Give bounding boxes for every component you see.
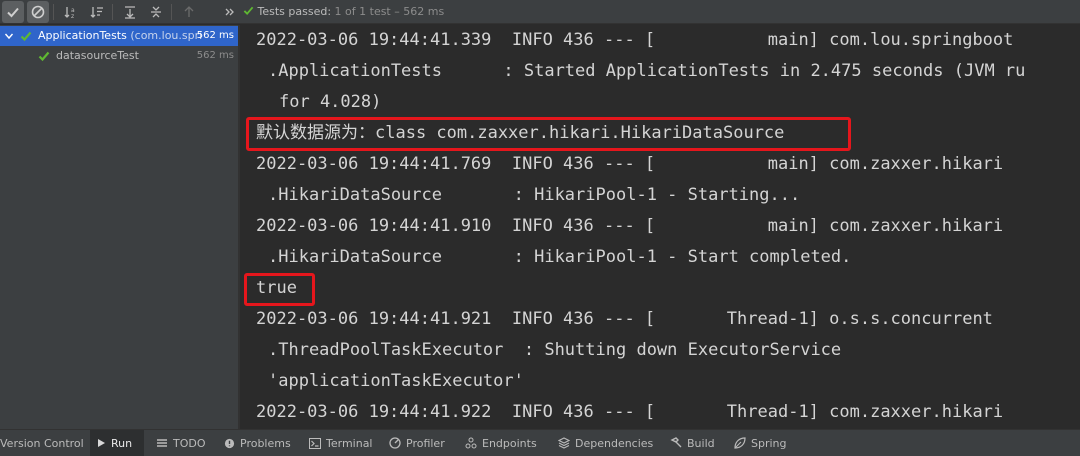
- terminal-icon: [309, 437, 321, 449]
- tool-window-profiler[interactable]: Profiler: [383, 430, 451, 456]
- svg-text:z: z: [71, 13, 74, 19]
- tests-status: Tests passed: 1 of 1 test – 562 ms: [243, 4, 444, 19]
- tool-window-label: Endpoints: [482, 436, 537, 450]
- tree-item-datasource-test[interactable]: datasourceTest 562 ms: [0, 46, 238, 66]
- tool-window-terminal[interactable]: Terminal: [303, 430, 379, 456]
- status-rest: of 1 test – 562 ms: [345, 5, 445, 18]
- collapse-all-icon: [151, 6, 161, 18]
- tool-window-label: Problems: [240, 436, 291, 450]
- previous-failed-button[interactable]: [178, 1, 200, 23]
- more-actions-button[interactable]: [219, 1, 241, 23]
- arrow-up-icon: [184, 6, 194, 17]
- hammer-icon: [670, 437, 682, 448]
- test-runner-toolbar: az Tests passed: 1 of 1 test – 562 ms: [0, 0, 1080, 24]
- test-passed-icon: [38, 51, 50, 62]
- todo-icon: [157, 439, 167, 447]
- tool-window-version-control[interactable]: Version Control: [0, 430, 90, 456]
- tool-window-build[interactable]: Build: [664, 430, 721, 456]
- console-line: .HikariDataSource : HikariPool-1 - Start…: [268, 247, 852, 267]
- dependencies-icon: [558, 437, 570, 449]
- console-line: .HikariDataSource : HikariPool-1 - Start…: [268, 185, 801, 205]
- console-output[interactable]: 2022-03-06 19:44:41.339 INFO 436 --- [ m…: [240, 25, 1080, 429]
- tool-window-label: Terminal: [326, 436, 373, 450]
- highlight-box-datasource: [246, 117, 851, 151]
- tool-window-label: Spring: [751, 436, 787, 450]
- tool-window-label: TODO: [173, 436, 206, 450]
- toolbar-separator: [53, 4, 54, 20]
- console-line: 2022-03-06 19:44:41.922 INFO 436 --- [ T…: [256, 402, 1004, 422]
- console-line: .ThreadPoolTaskExecutor : Shutting down …: [268, 340, 842, 360]
- highlight-box-true: [244, 273, 315, 306]
- show-ignored-button[interactable]: [27, 1, 49, 23]
- tool-window-label: Run: [111, 436, 133, 450]
- checkmark-icon: [7, 7, 19, 18]
- tree-item-label: datasourceTest: [56, 49, 139, 62]
- show-passed-button[interactable]: [2, 1, 24, 23]
- sort-alpha-icon: az: [64, 7, 75, 19]
- tool-window-todo[interactable]: TODO: [150, 430, 212, 456]
- tool-window-label: Version Control: [0, 436, 84, 450]
- spring-leaf-icon: [734, 437, 746, 449]
- sort-alphabetically-button[interactable]: az: [60, 1, 82, 23]
- chevron-down-icon[interactable]: [4, 31, 14, 41]
- toolbar-separator: [171, 4, 172, 20]
- tool-window-problems[interactable]: Problems: [218, 430, 297, 456]
- test-tree: ApplicationTests (com.lou.spri 562 ms da…: [0, 25, 238, 429]
- toolbar-separator: [112, 4, 113, 20]
- profiler-icon: [389, 437, 401, 449]
- run-icon: [98, 439, 105, 447]
- console-line: 'applicationTaskExecutor': [268, 371, 524, 391]
- tool-window-bar: Version Control Run TODO Problems Termin…: [0, 429, 1080, 456]
- ignored-icon: [31, 5, 45, 19]
- problems-icon: [224, 438, 235, 448]
- console-line: 2022-03-06 19:44:41.921 INFO 436 --- [ T…: [256, 309, 993, 329]
- test-passed-icon: [20, 31, 32, 42]
- console-line: for 4.028): [279, 92, 382, 112]
- console-line: 2022-03-06 19:44:41.910 INFO 436 --- [ m…: [256, 216, 1004, 236]
- console-line: 2022-03-06 19:44:41.769 INFO 436 --- [ m…: [256, 154, 1004, 174]
- expand-all-button[interactable]: [119, 1, 141, 23]
- console-line: 2022-03-06 19:44:41.339 INFO 436 --- [ m…: [256, 30, 1014, 50]
- expand-all-icon: [125, 6, 135, 19]
- status-count: 1: [334, 5, 342, 18]
- endpoints-icon: [465, 437, 477, 449]
- status-main-text: Tests passed:: [257, 5, 332, 18]
- tool-window-dependencies[interactable]: Dependencies: [552, 430, 659, 456]
- tool-window-endpoints[interactable]: Endpoints: [459, 430, 543, 456]
- tree-item-package: (com.lou.spri: [130, 29, 203, 42]
- tool-window-run[interactable]: Run: [90, 430, 144, 456]
- tree-item-duration: 562 ms: [196, 50, 234, 61]
- tree-item-application-tests[interactable]: ApplicationTests (com.lou.spri 562 ms: [0, 26, 238, 46]
- sort-by-duration-button[interactable]: [86, 1, 108, 23]
- console-line: .ApplicationTests : Started ApplicationT…: [268, 61, 1026, 81]
- checkmark-icon: [243, 6, 254, 16]
- tree-item-duration: 562 ms: [196, 30, 234, 41]
- tool-window-label: Dependencies: [575, 436, 654, 450]
- tool-window-spring[interactable]: Spring: [728, 430, 793, 456]
- tree-item-label: ApplicationTests: [38, 29, 127, 42]
- sort-duration-icon: [90, 7, 103, 18]
- double-chevron-right-icon: [225, 8, 234, 16]
- tool-window-label: Build: [687, 436, 715, 450]
- collapse-all-button[interactable]: [145, 1, 167, 23]
- tool-window-label: Profiler: [406, 436, 445, 450]
